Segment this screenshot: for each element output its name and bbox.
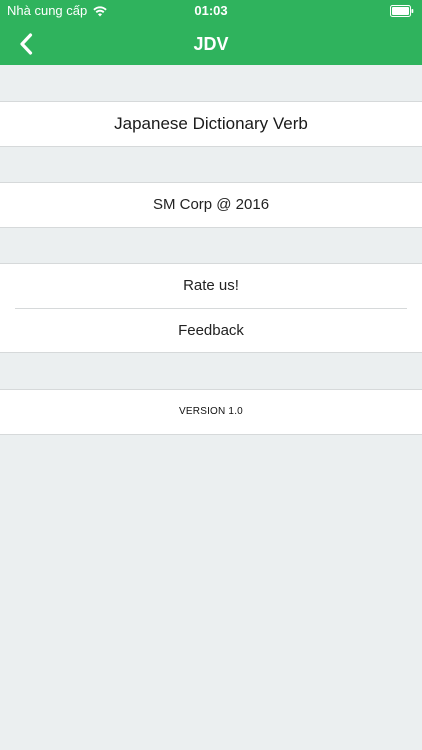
version-section: VERSION 1.0: [0, 389, 422, 435]
feedback-button[interactable]: Feedback: [0, 309, 422, 353]
company-label: SM Corp @ 2016: [152, 196, 270, 213]
version-label: VERSION 1.0: [179, 406, 243, 417]
navigation-bar: JDV: [0, 22, 422, 65]
app-name-label: Japanese Dictionary Verb: [114, 114, 308, 133]
rate-us-button[interactable]: Rate us!: [0, 264, 422, 308]
battery-icon: [390, 5, 414, 17]
status-bar: Nhà cung cấp 01:03: [0, 0, 422, 22]
app-name-section: Japanese Dictionary Verb: [0, 101, 422, 147]
actions-section: Rate us! Feedback: [0, 263, 422, 353]
company-section: SM Corp @ 2016: [0, 182, 422, 228]
status-time: 01:03: [194, 3, 228, 18]
page-title: JDV: [193, 34, 229, 54]
app-header: Nhà cung cấp 01:03 JDV: [0, 0, 422, 65]
